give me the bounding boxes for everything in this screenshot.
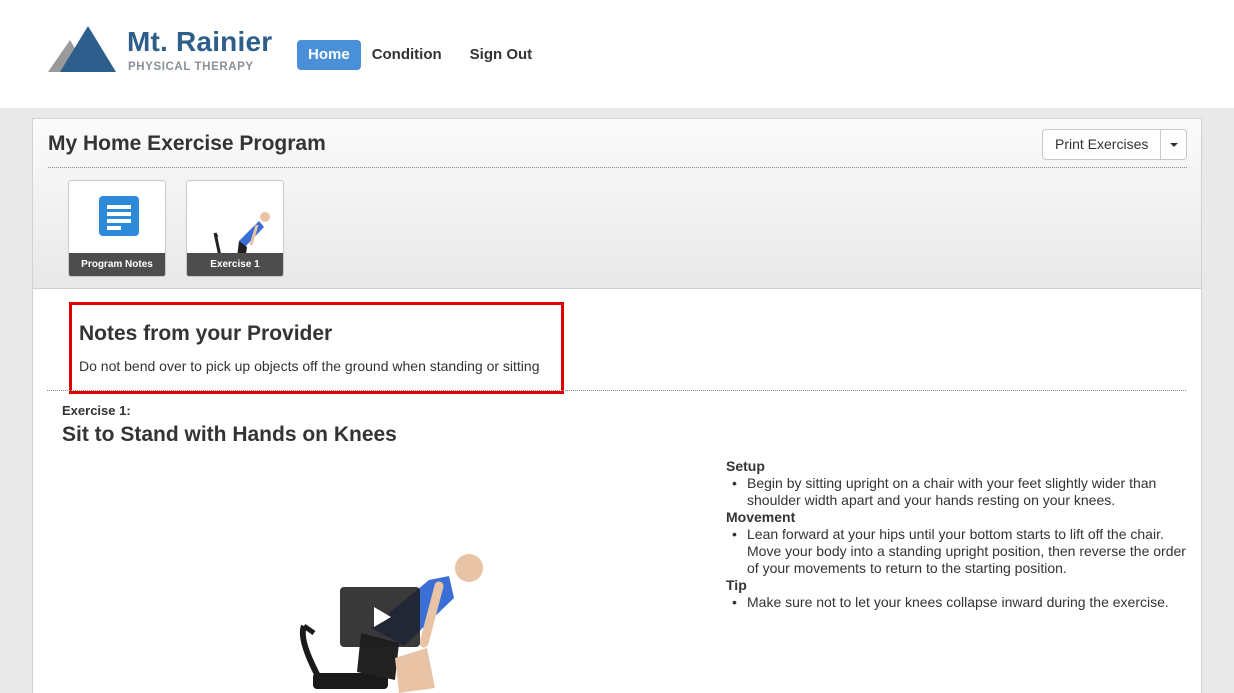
section-heading-setup: Setup [726,458,765,474]
thumbnail-exercise-1[interactable]: Exercise 1 [186,180,284,277]
exercise-title: Sit to Stand with Hands on Knees [62,423,397,446]
setup-list: Begin by sitting upright on a chair with… [726,475,1186,509]
movement-list: Lean forward at your hips until your bot… [726,526,1186,577]
thumbnail-label: Exercise 1 [187,253,283,276]
brand-subtitle: PHYSICAL THERAPY [128,61,254,73]
thumbnail-program-notes[interactable]: Program Notes [68,180,166,277]
section-heading-tip: Tip [726,577,747,593]
nav-condition[interactable]: Condition [361,40,456,70]
nav-sign-out[interactable]: Sign Out [456,40,547,70]
list-item: Make sure not to let your knees collapse… [726,594,1186,611]
notes-title: Notes from your Provider [79,322,333,345]
brand-name: Mt. Rainier [127,26,273,57]
notes-text: Do not bend over to pick up objects off … [79,358,540,374]
divider [47,390,1186,391]
top-bar: Mt. Rainier PHYSICAL THERAPY Home Condit… [0,0,1234,108]
print-button-group: Print Exercises [1042,129,1188,160]
exercise-label: Exercise 1: [62,403,131,418]
document-icon [99,196,139,236]
list-item: Begin by sitting upright on a chair with… [726,475,1186,509]
main-nav: Home Condition Sign Out [297,40,546,70]
print-options-dropdown[interactable] [1160,130,1186,159]
list-item: Lean forward at your hips until your bot… [726,526,1186,577]
exercise-video-frame [299,554,483,693]
program-header: My Home Exercise Program Print Exercises… [33,119,1201,289]
play-icon [373,607,391,627]
nav-home[interactable]: Home [297,40,361,70]
section-heading-movement: Movement [726,509,796,525]
caret-down-icon [1169,142,1178,147]
play-button[interactable] [340,587,420,647]
thumbnail-label: Program Notes [69,253,165,276]
print-exercises-button[interactable]: Print Exercises [1043,130,1160,159]
page-title: My Home Exercise Program [48,132,326,155]
tip-list: Make sure not to let your knees collapse… [726,594,1186,611]
exercise-instructions: Setup Begin by sitting upright on a chai… [726,458,1186,611]
provider-notes-highlight: Notes from your Provider Do not bend ove… [69,302,564,394]
exercise-video[interactable] [99,458,663,693]
divider [48,167,1187,168]
brand-logo[interactable]: Mt. Rainier PHYSICAL THERAPY [46,24,286,76]
mountain-logo-icon [48,26,116,72]
